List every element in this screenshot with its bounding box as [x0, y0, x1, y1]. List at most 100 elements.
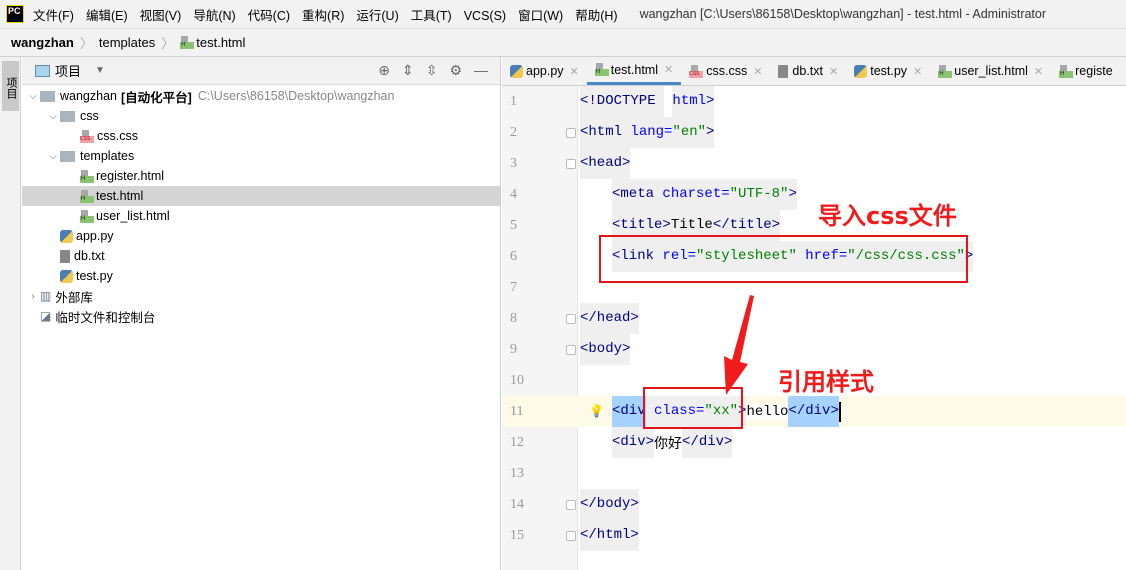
editor-tabs: app.py ✕ test.html ✕ css.css ✕ db.txt ✕ test.py ✕… — [502, 57, 1126, 86]
tree-item[interactable]: css.css — [22, 126, 500, 146]
tree-item[interactable]: › ▥ 外部库 — [22, 286, 500, 306]
line-number: 11 — [510, 403, 524, 419]
tree-item[interactable]: test.py — [22, 266, 500, 286]
tree-item-label: 临时文件和控制台 — [55, 310, 156, 325]
tab-app-py[interactable]: app.py ✕ — [502, 57, 587, 85]
menu-item[interactable]: 文件(F) — [33, 9, 74, 23]
close-icon[interactable]: ✕ — [570, 65, 579, 78]
menubar: PC 文件(F) 编辑(E) 视图(V) 导航(N) 代码(C) 重构(R) 运行(U) 工具… — [0, 0, 1126, 28]
fold-marker-icon[interactable] — [566, 158, 576, 169]
project-panel-title[interactable]: 项目 — [55, 61, 81, 80]
menu-item[interactable]: VCS(S) — [464, 9, 506, 23]
code-token: lang= — [630, 117, 673, 148]
breadcrumb-file[interactable]: test.html — [196, 35, 245, 50]
menu-item[interactable]: 运行(U) — [356, 9, 398, 23]
tree-item[interactable]: app.py — [22, 226, 500, 246]
tree-item[interactable]: ⌵ wangzhan [自动化平台] C:\Users\86158\Desktop\… — [22, 86, 500, 106]
tree-item-label: css.css — [97, 129, 138, 143]
tab-label: app.py — [526, 64, 564, 78]
tree-item-label: css — [80, 109, 99, 123]
code-token: </head> — [580, 303, 639, 334]
tab-db-txt[interactable]: db.txt ✕ — [770, 57, 846, 85]
line-number: 12 — [510, 434, 524, 450]
fold-marker-icon[interactable] — [566, 499, 576, 510]
tab-test-html[interactable]: test.html ✕ — [586, 57, 682, 85]
tree-item[interactable]: test.html — [22, 186, 500, 206]
chevron-icon[interactable]: ⌵ — [26, 91, 40, 102]
minimize-icon[interactable]: — — [474, 62, 488, 79]
collapse-all-icon[interactable]: ⇳ — [426, 62, 438, 79]
project-panel: 项目 ▼ ⊕ ⇕ ⇳ ⚙ — ⌵ wangzhan [自动化平台] C:\Users… — [22, 57, 501, 570]
code-token: > — [788, 179, 797, 210]
html-file-icon — [938, 64, 953, 78]
close-icon[interactable]: ✕ — [829, 65, 838, 78]
code-token: "en" — [672, 117, 707, 148]
tab-test-py[interactable]: test.py ✕ — [846, 57, 930, 85]
tree-item-label: user_list.html — [96, 209, 170, 223]
chevron-icon[interactable]: ⌵ — [46, 111, 60, 122]
tab-registe[interactable]: registe — [1051, 57, 1121, 85]
breadcrumb-folder[interactable]: templates — [99, 35, 155, 50]
scratch-icon: ◪ — [40, 309, 52, 323]
close-icon[interactable]: ✕ — [1034, 65, 1043, 78]
line-number: 15 — [510, 527, 524, 543]
line-number: 8 — [510, 310, 517, 326]
chevron-down-icon[interactable]: ▼ — [95, 65, 105, 76]
code-token: <div> — [612, 427, 655, 458]
menu-item[interactable]: 代码(C) — [248, 9, 290, 23]
fold-marker-icon[interactable] — [566, 530, 576, 541]
editor[interactable]: app.py ✕ test.html ✕ css.css ✕ db.txt ✕ test.py ✕… — [502, 57, 1126, 570]
chevron-icon[interactable]: › — [26, 291, 40, 302]
menu-item[interactable]: 窗口(W) — [518, 9, 563, 23]
css-file-icon — [80, 129, 94, 143]
line-number: 10 — [510, 372, 524, 388]
tree-item[interactable]: db.txt — [22, 246, 500, 266]
html-file-icon — [80, 209, 94, 223]
close-icon[interactable]: ✕ — [913, 65, 922, 78]
tree-item-label: 外部库 — [55, 290, 93, 305]
tree-item[interactable]: user_list.html — [22, 206, 500, 226]
fold-marker-icon[interactable] — [566, 313, 576, 324]
menu-item[interactable]: 视图(V) — [140, 9, 182, 23]
text-file-icon — [60, 249, 70, 263]
tree-item-label: test.py — [76, 269, 113, 283]
code-text: <div> 你好 </div> — [612, 427, 733, 458]
code-line: 14 </body> — [502, 489, 1126, 520]
menu-item[interactable]: 帮助(H) — [575, 9, 617, 23]
tab-label: registe — [1075, 64, 1113, 78]
close-icon[interactable]: ✕ — [753, 65, 762, 78]
tab-css-css[interactable]: css.css ✕ — [681, 57, 770, 85]
tree-item[interactable]: ⌵ templates — [22, 146, 500, 166]
code-token: 你好 — [654, 432, 683, 453]
chevron-icon[interactable]: ⌵ — [46, 151, 60, 162]
gear-icon[interactable]: ⚙ — [449, 62, 462, 79]
project-tool-tab[interactable]: 项目 — [2, 61, 19, 111]
tree-item-label: app.py — [76, 229, 114, 243]
window-title: wangzhan [C:\Users\86158\Desktop\wangzha… — [639, 7, 1047, 21]
code-text: <head> — [580, 148, 631, 179]
fold-marker-icon[interactable] — [566, 344, 576, 355]
html-file-icon — [1059, 64, 1074, 78]
menu-item[interactable]: 工具(T) — [411, 9, 452, 23]
tree-item-path: C:\Users\86158\Desktop\wangzhan — [197, 89, 395, 103]
lightbulb-icon[interactable]: 💡 — [589, 404, 604, 419]
breadcrumb-project[interactable]: wangzhan — [11, 35, 74, 50]
tree-item[interactable]: ◪ 临时文件和控制台 — [22, 306, 500, 326]
line-number: 3 — [510, 155, 517, 171]
tab-user_list-html[interactable]: user_list.html ✕ — [930, 57, 1051, 85]
line-number: 4 — [510, 186, 517, 202]
text-file-icon — [778, 64, 789, 78]
locate-icon[interactable]: ⊕ — [378, 62, 390, 79]
python-file-icon — [60, 269, 73, 283]
code-token: <!DOCTYPE — [580, 86, 665, 117]
tree-item[interactable]: register.html — [22, 166, 500, 186]
html-file-icon — [180, 36, 195, 49]
menu-item[interactable]: 导航(N) — [193, 9, 235, 23]
fold-marker-icon[interactable] — [566, 127, 576, 138]
expand-all-icon[interactable]: ⇕ — [402, 62, 414, 79]
menu-item[interactable]: 重构(R) — [302, 9, 344, 23]
tree-item[interactable]: ⌵ css — [22, 106, 500, 126]
code-token: html — [672, 86, 707, 117]
close-icon[interactable]: ✕ — [664, 63, 673, 76]
menu-item[interactable]: 编辑(E) — [86, 9, 128, 23]
